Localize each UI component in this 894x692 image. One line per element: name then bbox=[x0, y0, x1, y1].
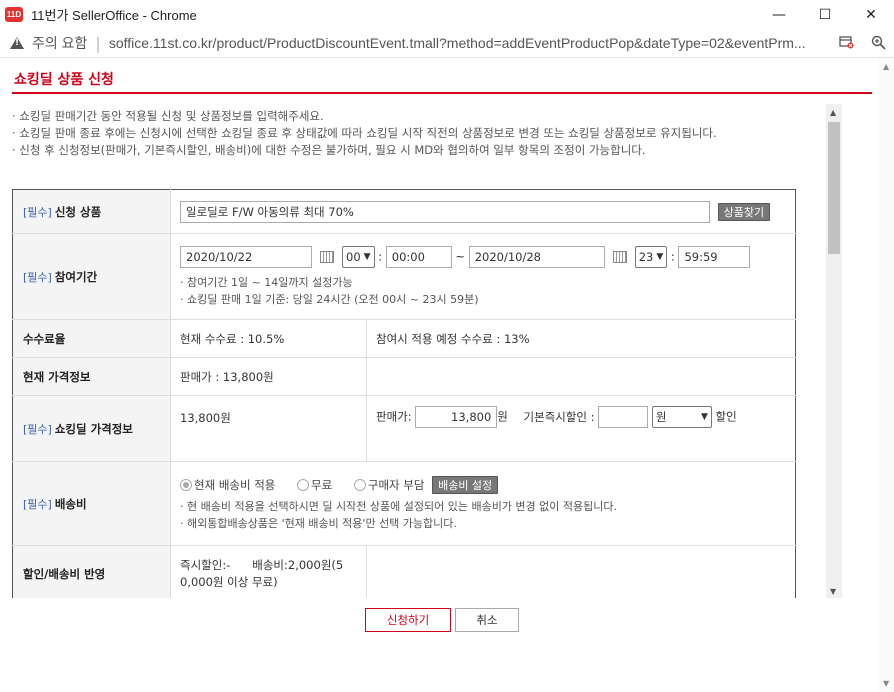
period-hint: · 참여기간 1일 ~ 14일까지 설정가능 bbox=[180, 275, 353, 289]
product-input[interactable]: 일로딜로 F/W 아동의류 최대 70% bbox=[180, 200, 710, 223]
scroll-thumb[interactable] bbox=[828, 122, 840, 254]
inner-scrollbar[interactable]: ▲ ▼ bbox=[826, 104, 842, 598]
url-text[interactable]: soffice.11st.co.kr/product/ProductDiscou… bbox=[109, 35, 829, 51]
notice-list: · 쇼킹딜 판매기간 동안 적용될 신청 및 상품정보를 입력해주세요. · 쇼… bbox=[12, 108, 802, 159]
discount-label: 기본즉시할인 : bbox=[523, 409, 595, 424]
action-buttons: 신청하기 취소 bbox=[365, 608, 519, 632]
security-warning[interactable]: 주의 요함 bbox=[32, 33, 87, 53]
row-deal-price: [필수] 쇼킹딜 가격정보 13,800원 판매가: 13,800 원 기본즉시할인… bbox=[12, 395, 796, 462]
chevron-down-icon: ▼ bbox=[363, 251, 371, 262]
sale-price-input[interactable]: 13,800 bbox=[415, 406, 498, 428]
current-price-value: 판매가 : 13,800원 bbox=[170, 357, 367, 396]
current-fee: 현재 수수료 : 10.5% bbox=[170, 319, 367, 358]
discount-input[interactable] bbox=[598, 406, 649, 428]
notice-item: · 쇼킹딜 판매 종료 후에는 신청시에 선택한 쇼킹딜 종료 후 상태값에 따… bbox=[12, 126, 717, 140]
row-product: [필수] 신청 상품 일로딜로 F/W 아동의류 최대 70% 상품찾기 bbox=[12, 189, 796, 234]
address-bar: 주의 요함 | soffice.11st.co.kr/product/Produ… bbox=[0, 29, 894, 58]
end-time-input[interactable]: 59:59 bbox=[678, 245, 751, 268]
calendar-icon[interactable] bbox=[612, 250, 627, 263]
period-hint: · 쇼킹딜 판매 1일 기준: 당일 24시간 (오전 00시 ~ 23시 59… bbox=[180, 292, 479, 306]
start-hour-select[interactable]: 00 ▼ bbox=[342, 245, 375, 268]
end-date-input[interactable]: 2020/10/28 bbox=[468, 245, 605, 268]
close-button[interactable]: ✕ bbox=[848, 0, 894, 29]
radio-free-shipping[interactable] bbox=[297, 478, 310, 491]
discount-suffix: 할인 bbox=[715, 409, 737, 424]
expected-fee: 참여시 적용 예정 수수료 : 13% bbox=[366, 319, 796, 358]
scroll-up-icon[interactable]: ▲ bbox=[883, 62, 889, 71]
label-reflect: 할인/배송비 반영 bbox=[12, 545, 171, 598]
label-product: [필수] 신청 상품 bbox=[12, 189, 171, 234]
scroll-down-icon[interactable]: ▼ bbox=[883, 679, 889, 688]
address-separator: | bbox=[95, 33, 101, 53]
shipping-setting-button[interactable]: 배송비 설정 bbox=[432, 475, 499, 494]
reflect-line: 0,000원 이상 무료) bbox=[180, 574, 278, 589]
popup-title: 쇼킹딜 상품 신청 bbox=[14, 72, 114, 88]
minimize-button[interactable]: — bbox=[756, 0, 802, 29]
window-title: 11번가 SellerOffice - Chrome bbox=[31, 8, 197, 23]
shipping-hint: · 현 배송비 적용을 선택하시면 딜 시작전 상품에 설정되어 있는 배송비가… bbox=[180, 499, 618, 513]
scroll-up-icon[interactable]: ▲ bbox=[830, 108, 836, 117]
scroll-down-icon[interactable]: ▼ bbox=[830, 587, 836, 596]
warning-icon[interactable] bbox=[10, 37, 24, 49]
notice-item: · 신청 후 신청정보(판매가, 기본즉시할인, 배송비)에 대한 수정은 불가… bbox=[12, 143, 646, 157]
app-icon: 11D bbox=[5, 7, 23, 22]
radio-current-shipping[interactable] bbox=[180, 478, 192, 491]
start-time-input[interactable]: 00:00 bbox=[385, 245, 452, 268]
discount-unit-select[interactable]: 원 ▼ bbox=[651, 406, 712, 428]
row-current-price: 현재 가격정보 판매가 : 13,800원 bbox=[12, 357, 796, 396]
page-content: 쇼킹딜 상품 신청 · 쇼킹딜 판매기간 동안 적용될 신청 및 상품정보를 입… bbox=[0, 58, 894, 692]
end-hour-select[interactable]: 23 ▼ bbox=[634, 245, 668, 268]
scroll-area[interactable]: · 쇼킹딜 판매기간 동안 적용될 신청 및 상품정보를 입력해주세요. · 쇼… bbox=[0, 104, 842, 598]
page-scrollbar[interactable]: ▲ ▼ bbox=[879, 58, 894, 692]
sale-price-label: 판매가: bbox=[376, 409, 412, 424]
cancel-button[interactable]: 취소 bbox=[455, 608, 519, 632]
application-form: [필수] 신청 상품 일로딜로 F/W 아동의류 최대 70% 상품찾기 [필수]… bbox=[12, 189, 796, 598]
calendar-icon[interactable] bbox=[320, 250, 334, 263]
window-titlebar: 11D 11번가 SellerOffice - Chrome — ☐ ✕ bbox=[0, 0, 894, 29]
popup-header: 쇼킹딜 상품 신청 bbox=[12, 66, 872, 94]
label-fee: 수수료율 bbox=[12, 319, 171, 358]
deal-current-value: 13,800원 bbox=[170, 395, 367, 462]
row-fee: 수수료율 현재 수수료 : 10.5% 참여시 적용 예정 수수료 : 13% bbox=[12, 319, 796, 358]
zoom-icon[interactable] bbox=[870, 34, 886, 50]
row-period: [필수] 참여기간 2020/10/22 00 ▼ : 00:00 ~ 2020/10… bbox=[12, 233, 796, 320]
blocked-popup-icon[interactable] bbox=[838, 34, 854, 50]
row-reflect: 할인/배송비 반영 즉시할인:- 배송비:2,000원(5 0,000원 이상 … bbox=[12, 545, 796, 598]
start-date-input[interactable]: 2020/10/22 bbox=[180, 245, 312, 268]
label-current-price: 현재 가격정보 bbox=[12, 357, 171, 396]
notice-item: · 쇼킹딜 판매기간 동안 적용될 신청 및 상품정보를 입력해주세요. bbox=[12, 109, 324, 123]
label-deal-price: [필수] 쇼킹딜 가격정보 bbox=[12, 395, 171, 462]
radio-buyer-shipping[interactable] bbox=[353, 478, 366, 491]
shipping-hint: · 해외통합배송상품은 '현재 배송비 적용'만 선택 가능합니다. bbox=[180, 516, 457, 530]
submit-button[interactable]: 신청하기 bbox=[365, 608, 451, 632]
chevron-down-icon: ▼ bbox=[700, 412, 708, 422]
label-period: [필수] 참여기간 bbox=[12, 233, 171, 320]
row-shipping: [필수] 배송비 현재 배송비 적용 무료 구매자 부담 배송비 설정 · 현 배… bbox=[12, 461, 796, 546]
reflect-line: 즉시할인:- 배송비:2,000원(5 bbox=[180, 557, 344, 572]
maximize-button[interactable]: ☐ bbox=[802, 0, 848, 29]
product-search-button[interactable]: 상품찾기 bbox=[717, 202, 771, 221]
chevron-down-icon: ▼ bbox=[656, 251, 664, 262]
label-shipping: [필수] 배송비 bbox=[12, 461, 171, 546]
